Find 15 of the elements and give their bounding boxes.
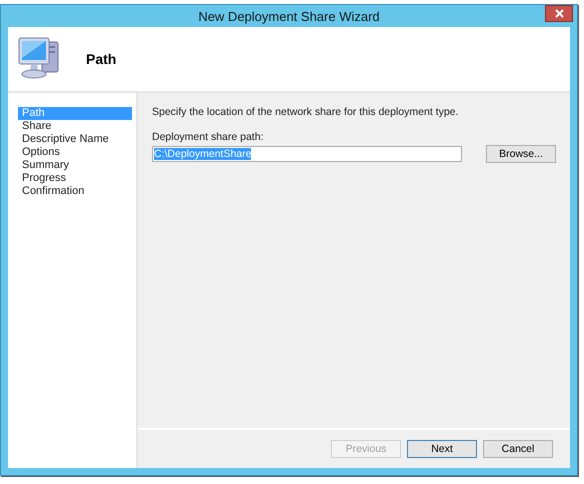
wizard-step[interactable]: Confirmation (18, 185, 132, 198)
close-icon (554, 9, 564, 18)
browse-button[interactable]: Browse... (486, 145, 556, 163)
wizard-step[interactable]: Options (18, 146, 132, 159)
wizard-button[interactable]: Cancel (483, 440, 553, 458)
close-button[interactable] (545, 5, 573, 22)
page-heading: Path (86, 51, 116, 67)
wizard-step[interactable]: Descriptive Name (18, 133, 132, 146)
wizard-step[interactable]: Summary (18, 159, 132, 172)
instruction-text: Specify the location of the network share for this deployment type. (152, 106, 460, 118)
wizard-step[interactable]: Share (18, 120, 132, 133)
field-label: Deployment share path: (152, 131, 264, 143)
window-title: New Deployment Share Wizard (198, 8, 380, 24)
wizard-step[interactable]: Progress (18, 172, 132, 185)
wizard-button[interactable]: Next (407, 440, 477, 458)
